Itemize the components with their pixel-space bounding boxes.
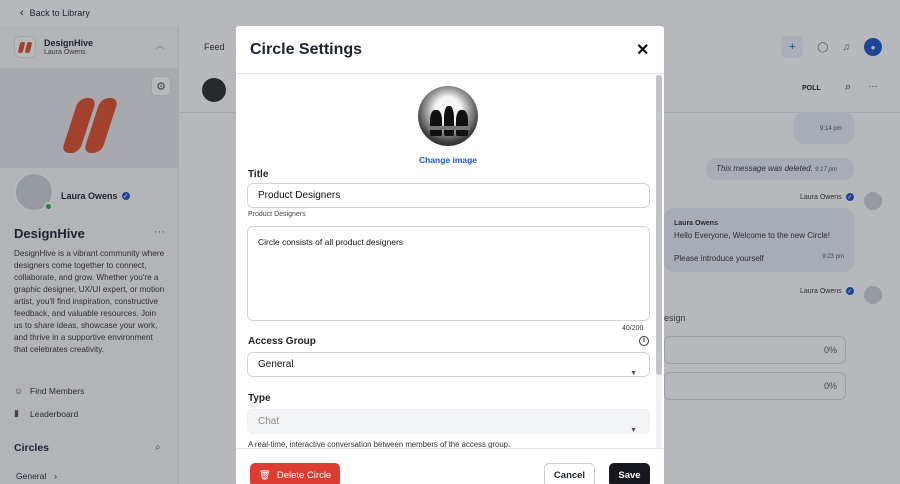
title-input[interactable]: Product Designers bbox=[247, 183, 650, 208]
cancel-button[interactable]: Cancel bbox=[544, 463, 595, 484]
circle-image bbox=[418, 86, 478, 146]
modal-body[interactable]: Change image Title Product Designers Pro… bbox=[236, 75, 664, 448]
chevron-down-icon: ▼ bbox=[630, 427, 637, 434]
change-image-link[interactable]: Change image bbox=[236, 155, 660, 165]
description-textarea[interactable]: Circle consists of all product designers bbox=[247, 226, 650, 321]
modal-footer: 🗑 Delete Circle Cancel Save bbox=[236, 448, 664, 484]
trash-icon: 🗑 bbox=[258, 469, 271, 481]
access-group-label: Access Group bbox=[248, 336, 316, 347]
info-icon[interactable]: i bbox=[639, 336, 649, 346]
modal-header: Circle Settings ✕ bbox=[236, 26, 664, 74]
close-icon[interactable]: ✕ bbox=[636, 40, 649, 60]
type-label: Type bbox=[248, 393, 271, 404]
chevron-down-icon: ▼ bbox=[630, 370, 637, 377]
type-select[interactable]: Chat ▼ bbox=[247, 409, 650, 434]
access-group-select[interactable]: General ▼ bbox=[247, 352, 650, 377]
circle-settings-modal: Circle Settings ✕ Change image Title Pro… bbox=[236, 26, 664, 484]
save-button[interactable]: Save bbox=[609, 463, 650, 484]
character-counter: 40/200 bbox=[622, 325, 644, 332]
modal-title: Circle Settings bbox=[250, 41, 363, 58]
scrollbar-thumb[interactable] bbox=[656, 75, 662, 375]
delete-circle-button[interactable]: 🗑 Delete Circle bbox=[250, 463, 340, 484]
title-help-text: Product Designers bbox=[248, 211, 306, 218]
type-help-text: A real-time, interactive conversation be… bbox=[248, 440, 511, 448]
title-label: Title bbox=[248, 169, 269, 180]
modal-scrollbar[interactable] bbox=[656, 75, 662, 448]
